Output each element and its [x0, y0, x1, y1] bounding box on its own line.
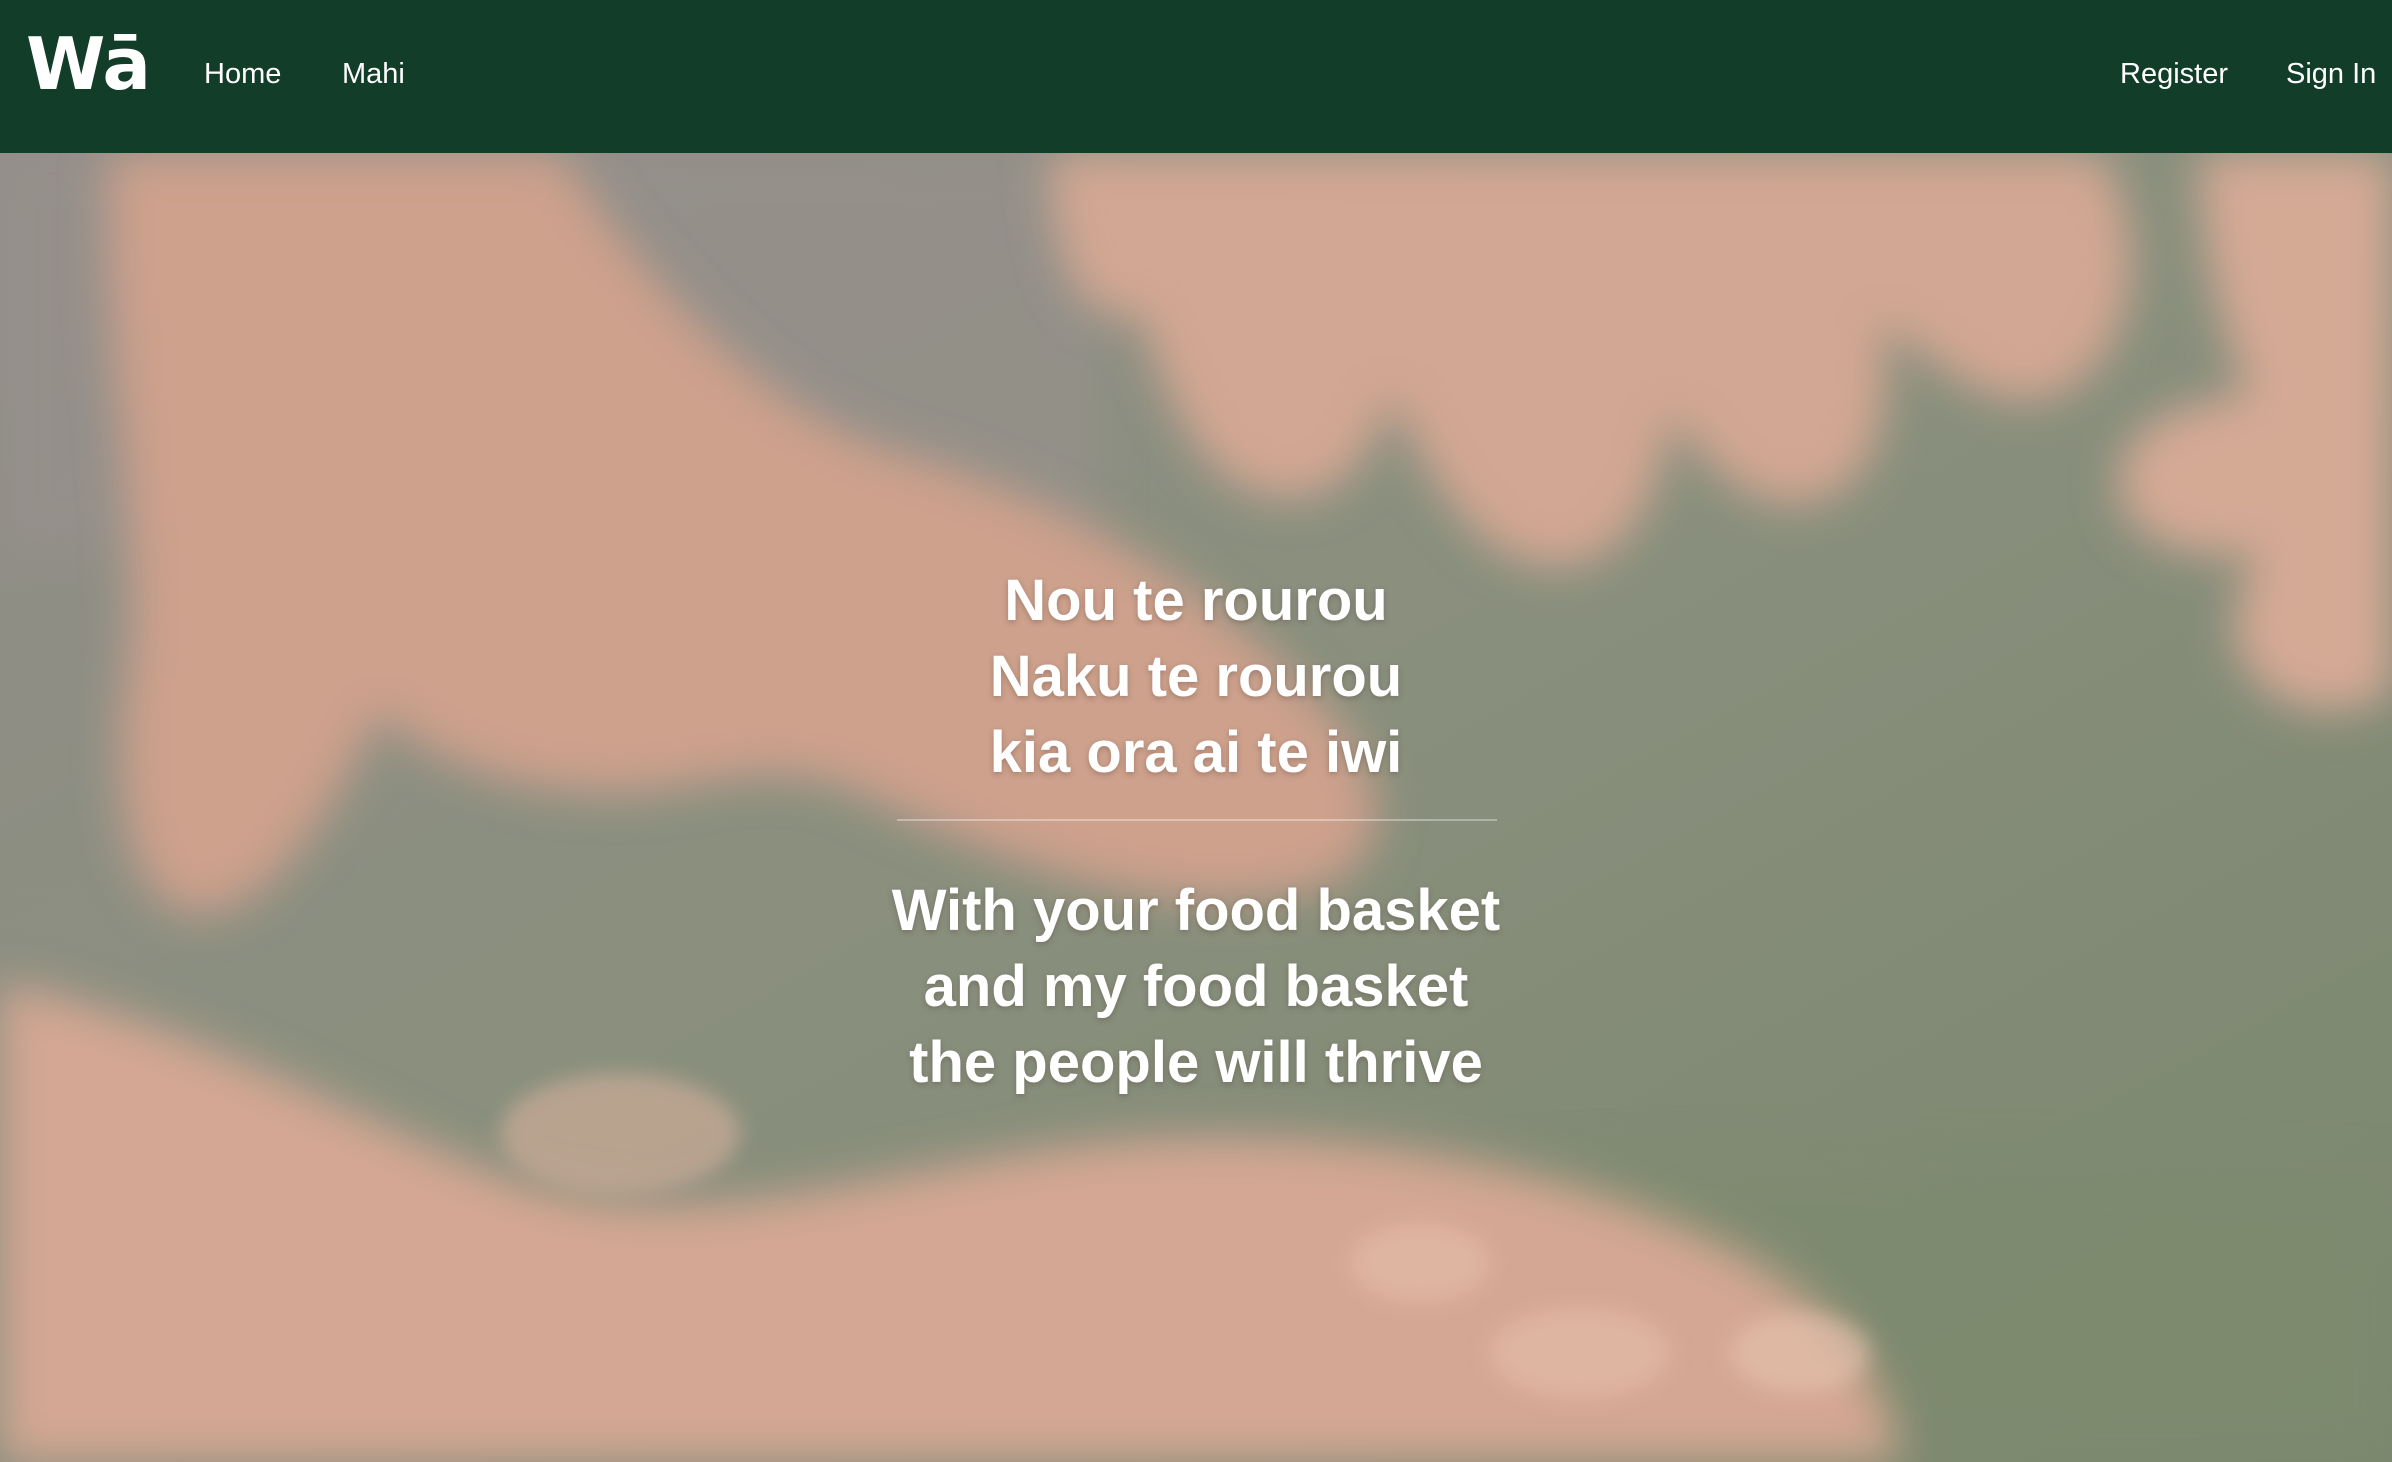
- nav-mahi-link[interactable]: Mahi: [342, 54, 405, 94]
- translation-line: the people will thrive: [909, 1030, 1483, 1095]
- top-navbar: Wā Home Mahi Register Sign In: [0, 0, 2392, 153]
- maori-proverb: Nou te rourou Naku te rourou kia ora ai …: [0, 563, 2392, 791]
- proverb-line: Nou te rourou: [1004, 568, 1388, 633]
- hero-section: Nou te rourou Naku te rourou kia ora ai …: [0, 153, 2392, 1462]
- hero-background-image: [0, 153, 2392, 1462]
- site-logo[interactable]: Wā: [26, 28, 151, 100]
- translation-line: and my food basket: [923, 954, 1469, 1019]
- nav-sign-in-link[interactable]: Sign In: [2286, 54, 2376, 94]
- proverb-line: kia ora ai te iwi: [989, 720, 1403, 785]
- proverb-line: Naku te rourou: [989, 644, 1403, 709]
- nav-home-link[interactable]: Home: [204, 54, 281, 94]
- proverb-divider: [897, 819, 1497, 821]
- nav-register-link[interactable]: Register: [2120, 54, 2228, 94]
- translation-line: With your food basket: [891, 878, 1501, 943]
- english-translation: With your food basket and my food basket…: [0, 873, 2392, 1101]
- page: Wā Home Mahi Register Sign In Nou te rou…: [0, 0, 2392, 1462]
